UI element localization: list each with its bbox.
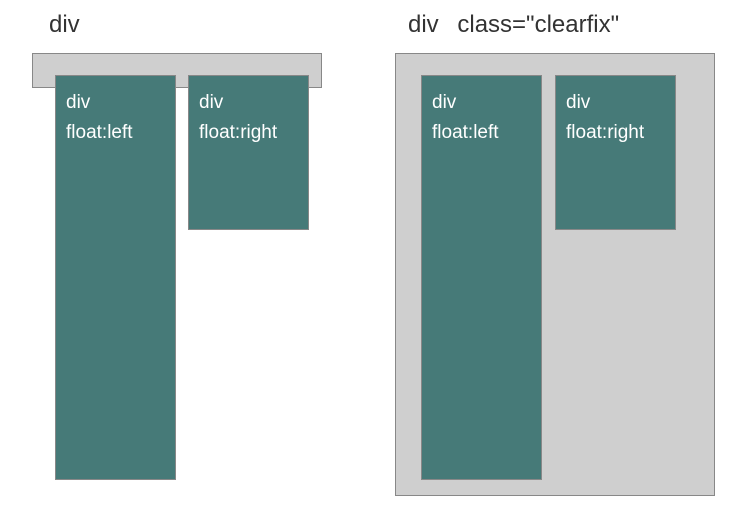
left-diagram-title: div (49, 11, 80, 39)
box-line: div (432, 88, 541, 118)
box-line: div (199, 88, 308, 118)
right-diagram-title: div class="clearfix" (408, 11, 619, 39)
left-float-left-box: div float:left (55, 75, 176, 480)
right-float-left-box: div float:left (421, 75, 542, 480)
right-float-right-box: div float:right (555, 75, 676, 230)
box-line: div (566, 88, 675, 118)
box-line: float:left (66, 118, 175, 148)
right-title-part2: class="clearfix" (457, 11, 619, 38)
box-line: float:right (199, 118, 308, 148)
left-float-right-box: div float:right (188, 75, 309, 230)
box-line: float:left (432, 118, 541, 148)
box-line: float:right (566, 118, 675, 148)
right-title-part1: div (408, 11, 439, 38)
box-line: div (66, 88, 175, 118)
